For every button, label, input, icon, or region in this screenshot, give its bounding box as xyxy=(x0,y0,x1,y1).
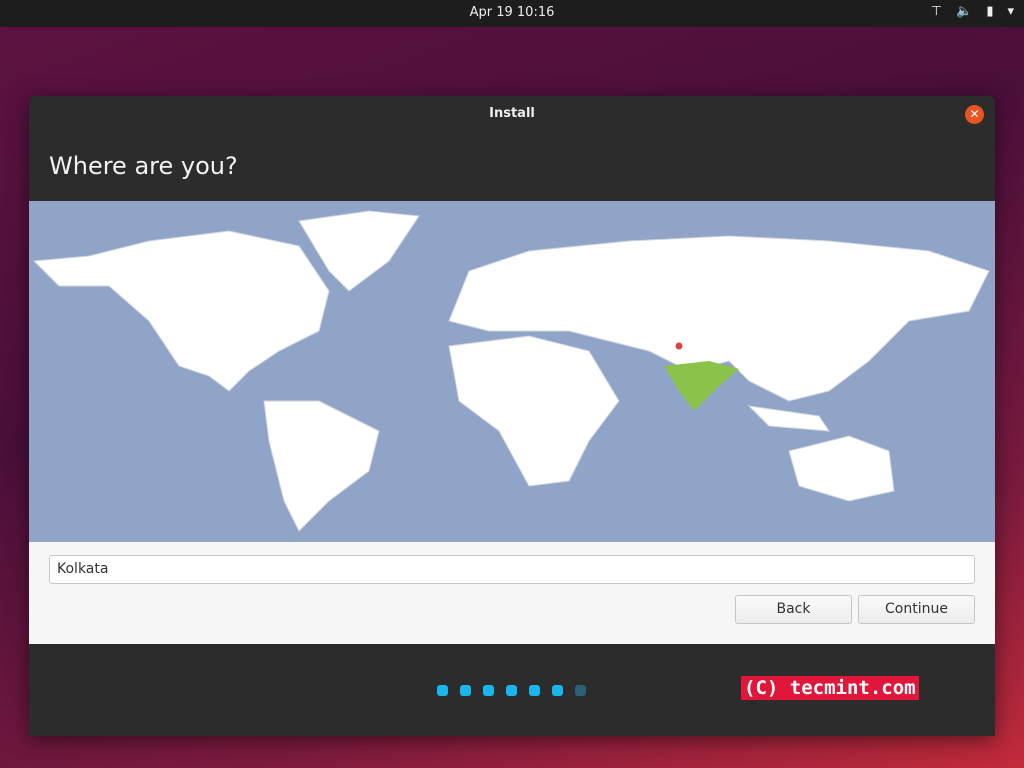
continue-button[interactable]: Continue xyxy=(858,595,975,624)
network-icon[interactable]: ⊤ xyxy=(931,4,942,19)
india-highlight xyxy=(664,361,739,411)
location-pin xyxy=(674,341,684,351)
south-america xyxy=(263,400,380,532)
progress-dot xyxy=(552,685,563,696)
watermark: (C) tecmint.com xyxy=(741,676,919,700)
progress-dot xyxy=(529,685,540,696)
progress-dot xyxy=(483,685,494,696)
back-button[interactable]: Back xyxy=(735,595,852,624)
bottom-panel: Kolkata Back Continue xyxy=(29,542,995,644)
progress-dot xyxy=(437,685,448,696)
north-america xyxy=(32,230,330,392)
volume-icon[interactable]: 🔈 xyxy=(956,4,972,19)
progress-dot xyxy=(575,685,586,696)
clock[interactable]: Apr 19 10:16 xyxy=(0,5,1024,20)
progress-dot xyxy=(506,685,517,696)
timezone-map[interactable] xyxy=(29,201,995,542)
installer-window: Install ✕ Where are you? Kolkata Back Co… xyxy=(29,96,995,736)
top-bar: Apr 19 10:16 ⊤ 🔈 ▮ ▾ xyxy=(0,0,1024,27)
menu-down-icon[interactable]: ▾ xyxy=(1007,4,1014,19)
progress-dots xyxy=(437,685,586,696)
window-title: Install xyxy=(489,106,535,121)
page-title: Where are you? xyxy=(49,152,238,180)
indonesia xyxy=(747,405,830,432)
battery-icon[interactable]: ▮ xyxy=(986,4,993,19)
africa xyxy=(448,335,620,487)
timezone-input[interactable]: Kolkata xyxy=(49,555,975,584)
australia xyxy=(788,435,895,502)
system-tray[interactable]: ⊤ 🔈 ▮ ▾ xyxy=(931,4,1014,19)
progress-dot xyxy=(460,685,471,696)
close-button[interactable]: ✕ xyxy=(965,105,984,124)
